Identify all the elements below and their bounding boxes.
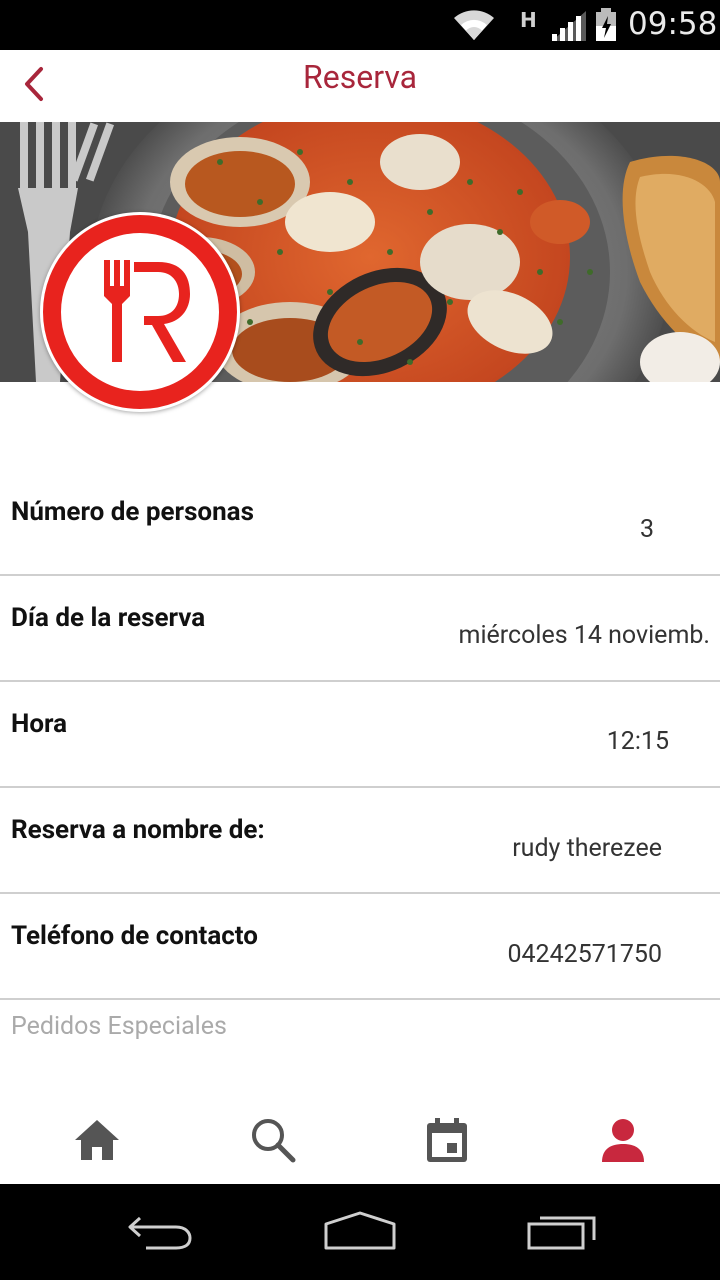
row-label: Reserva a nombre de:	[11, 815, 265, 845]
nav-calendar[interactable]	[423, 1118, 471, 1166]
restaurant-logo	[40, 212, 240, 412]
row-label: Teléfono de contacto	[11, 921, 258, 951]
row-reservation-time[interactable]: Hora 12:15	[0, 682, 720, 788]
row-reservation-name[interactable]: Reserva a nombre de: rudy therezee	[0, 788, 720, 894]
row-value[interactable]: 3	[640, 515, 654, 544]
calendar-icon	[425, 1117, 469, 1167]
search-icon	[250, 1117, 296, 1167]
row-label: Número de personas	[11, 497, 254, 527]
home-icon	[73, 1118, 121, 1166]
signal-icon	[550, 10, 588, 46]
status-time: 09:58	[628, 6, 718, 42]
home-outline-icon[interactable]	[322, 1210, 398, 1254]
row-label: Día de la reserva	[11, 603, 206, 633]
bottom-nav	[0, 1098, 720, 1184]
row-value[interactable]: 04242571750	[507, 940, 662, 969]
row-number-of-people[interactable]: Número de personas 3	[0, 470, 720, 576]
row-label: Hora	[11, 709, 68, 739]
battery-icon	[594, 8, 618, 46]
page-title: Reserva	[303, 58, 417, 96]
profile-icon	[600, 1118, 646, 1166]
app-bar: Reserva	[0, 50, 720, 122]
status-bar: H 09:58	[0, 0, 720, 50]
row-contact-phone[interactable]: Teléfono de contacto 04242571750	[0, 894, 720, 1000]
special-requests-input[interactable]: Pedidos Especiales	[11, 1012, 227, 1041]
back-icon[interactable]	[126, 1210, 194, 1254]
wifi-icon	[452, 8, 496, 46]
row-reservation-date[interactable]: Día de la reserva miércoles 14 noviemb.	[0, 576, 720, 682]
network-type: H	[520, 8, 537, 32]
system-nav-bar	[0, 1184, 720, 1280]
nav-home[interactable]	[73, 1118, 121, 1166]
nav-search[interactable]	[249, 1118, 297, 1166]
row-value[interactable]: 12:15	[607, 727, 669, 756]
row-value[interactable]: miércoles 14 noviemb.	[459, 621, 710, 650]
recents-icon[interactable]	[526, 1210, 598, 1256]
row-value[interactable]: rudy therezee	[512, 834, 662, 863]
nav-profile[interactable]	[599, 1118, 647, 1166]
